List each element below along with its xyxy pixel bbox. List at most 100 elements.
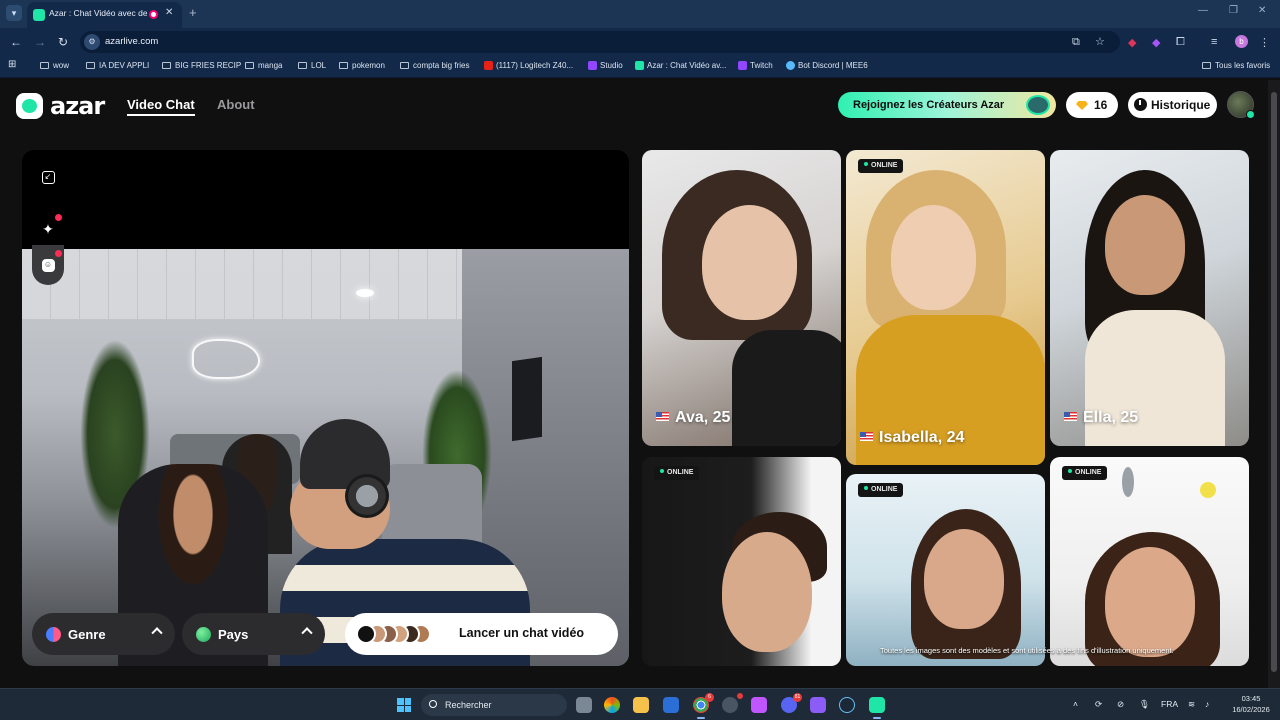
all-bookmarks-folder[interactable]: Tous les favoris — [1202, 61, 1270, 70]
chevron-up-icon — [301, 627, 313, 639]
sync-icon[interactable]: ⟳ — [1095, 699, 1102, 710]
headphone — [345, 474, 389, 518]
task-view-icon[interactable] — [576, 697, 592, 713]
exit-fullscreen-button[interactable]: ↙ — [32, 161, 64, 193]
app-grid-icon[interactable] — [810, 697, 826, 713]
url-text: azarlive.com — [105, 36, 159, 47]
azar-page: azar Video Chat About Rejoignez les Créa… — [0, 80, 1268, 688]
azar-app-icon[interactable] — [869, 697, 885, 719]
avatar-stack — [356, 624, 440, 644]
nav-video-chat[interactable]: Video Chat — [127, 97, 195, 116]
extension-icon[interactable]: ◆ — [1152, 36, 1160, 49]
face — [891, 205, 976, 310]
country-filter-button[interactable]: Pays — [182, 613, 325, 655]
microsoft-store-icon[interactable] — [663, 697, 679, 713]
cast-icon[interactable]: ⧉ — [1072, 36, 1080, 49]
chevron-up-icon — [151, 627, 163, 639]
network-off-icon[interactable]: ⊘ — [1117, 699, 1124, 710]
profile-avatar[interactable]: b — [1235, 35, 1248, 48]
browser-tab[interactable]: Azar : Chat Vidéo avec de n ✕ — [27, 2, 182, 28]
windows-start-icon[interactable] — [397, 698, 411, 712]
site-info-icon[interactable]: ⚙ — [84, 34, 100, 50]
recording-indicator-icon — [149, 10, 158, 19]
clock-time: 03:45 — [1241, 694, 1261, 703]
new-tab-button[interactable]: + — [189, 5, 197, 20]
model-card[interactable]: ONLINE — [1050, 457, 1249, 666]
folder-icon — [86, 62, 95, 69]
azar-logo[interactable]: azar — [16, 92, 105, 120]
magic-wand-icon: ✦ — [42, 220, 54, 237]
browser-menu-icon[interactable]: ⋮ — [1259, 36, 1270, 49]
bookmark-folder[interactable]: pokemon — [339, 61, 385, 70]
start-video-chat-button[interactable]: Lancer un chat vidéo — [345, 613, 618, 655]
effects-button[interactable]: ✦ — [32, 213, 64, 245]
media-control-icon[interactable]: ≡ — [1211, 36, 1217, 48]
bookmark-star-icon[interactable]: ☆ — [1095, 35, 1105, 48]
search-placeholder: Rechercher — [445, 700, 492, 710]
user-avatar[interactable] — [1227, 91, 1255, 119]
gem-icon — [1076, 101, 1088, 110]
wifi-icon[interactable]: ≋ — [1188, 699, 1195, 710]
extensions-puzzle-icon[interactable]: ⧠ — [1176, 36, 1185, 49]
taskbar-search[interactable]: Rechercher — [421, 694, 567, 716]
file-explorer-icon[interactable] — [633, 697, 649, 713]
minimize-button[interactable]: — — [1198, 5, 1208, 16]
join-creators-label: Rejoignez les Créateurs Azar — [853, 99, 1005, 111]
azar-logo-icon — [16, 93, 43, 119]
maximize-button[interactable]: ❐ — [1229, 5, 1238, 16]
language-indicator[interactable]: FRA — [1161, 699, 1178, 709]
tab-search-button[interactable]: ▾ — [6, 5, 22, 21]
nav-about[interactable]: About — [217, 97, 255, 112]
chrome-icon[interactable]: 6 — [693, 693, 714, 719]
bookmark-link[interactable]: Azar : Chat Vidéo av... — [635, 61, 726, 70]
address-bar[interactable]: ⚙ azarlive.com ⧉ ☆ — [80, 31, 1120, 53]
copilot-icon[interactable] — [604, 697, 620, 713]
bookmark-folder[interactable]: BIG FRIES RECIP — [162, 61, 241, 70]
online-badge: ONLINE — [1062, 466, 1108, 480]
close-window-button[interactable]: ✕ — [1258, 5, 1266, 16]
app-icon[interactable] — [751, 697, 767, 713]
bookmark-folder[interactable]: LOL — [298, 61, 326, 70]
bookmark-link[interactable]: Bot Discord | MEE6 — [786, 61, 868, 70]
tab-close-icon[interactable]: ✕ — [165, 7, 173, 18]
bookmark-folder[interactable]: manga — [245, 61, 282, 70]
model-card[interactable]: Ella, 25 — [1050, 150, 1249, 446]
back-button[interactable]: ← — [10, 35, 22, 49]
face-filter-button[interactable]: ☺ — [32, 245, 64, 285]
bookmark-link[interactable]: Twitch — [738, 61, 773, 70]
microphone-icon[interactable]: 🎙 — [1139, 699, 1150, 710]
bookmark-folder[interactable]: IA DEV APPLI — [86, 61, 149, 70]
history-button[interactable]: Historique — [1128, 92, 1217, 118]
taskbar-clock[interactable]: 03:45 16/02/2026 — [1226, 693, 1276, 715]
azar-favicon-icon — [635, 61, 644, 70]
scroll-thumb[interactable] — [1271, 92, 1277, 672]
gender-filter-button[interactable]: Genre — [32, 613, 175, 655]
github-icon[interactable] — [722, 693, 743, 713]
join-creators-button[interactable]: Rejoignez les Créateurs Azar — [838, 92, 1056, 118]
bookmark-link[interactable]: (1117) Logitech Z40... — [484, 61, 573, 70]
model-card[interactable]: Ava, 25 — [642, 150, 841, 446]
logo-text: azar — [50, 92, 105, 120]
page-scrollbar[interactable] — [1268, 80, 1280, 688]
start-video-chat-label: Lancer un chat vidéo — [459, 626, 585, 640]
creators-icon — [1026, 95, 1050, 115]
show-hidden-icons[interactable]: ˄ — [1073, 699, 1078, 709]
forward-button[interactable]: → — [34, 35, 46, 49]
model-card[interactable]: ONLINE Isabella, 24 — [846, 150, 1045, 465]
smiley-icon: ☺ — [41, 258, 55, 272]
discord-icon[interactable]: 81 — [781, 693, 802, 713]
notification-dot — [737, 693, 743, 699]
bookmark-link[interactable]: Studio — [588, 61, 623, 70]
volume-icon[interactable]: ♪ — [1205, 699, 1209, 709]
gems-button[interactable]: 16 — [1066, 92, 1118, 118]
apps-grid-icon[interactable]: ⊞ — [8, 59, 16, 70]
model-card[interactable]: ONLINE — [642, 457, 841, 666]
folder-icon — [1202, 62, 1211, 69]
extension-icon[interactable]: ◆ — [1128, 36, 1136, 49]
model-card[interactable]: ONLINE — [846, 474, 1045, 666]
bookmark-folder[interactable]: wow — [40, 61, 69, 70]
bookmark-folder[interactable]: compta big fries — [400, 61, 469, 70]
steam-icon[interactable] — [839, 697, 855, 713]
reload-button[interactable]: ↻ — [58, 35, 68, 49]
clock-icon — [1134, 98, 1147, 111]
